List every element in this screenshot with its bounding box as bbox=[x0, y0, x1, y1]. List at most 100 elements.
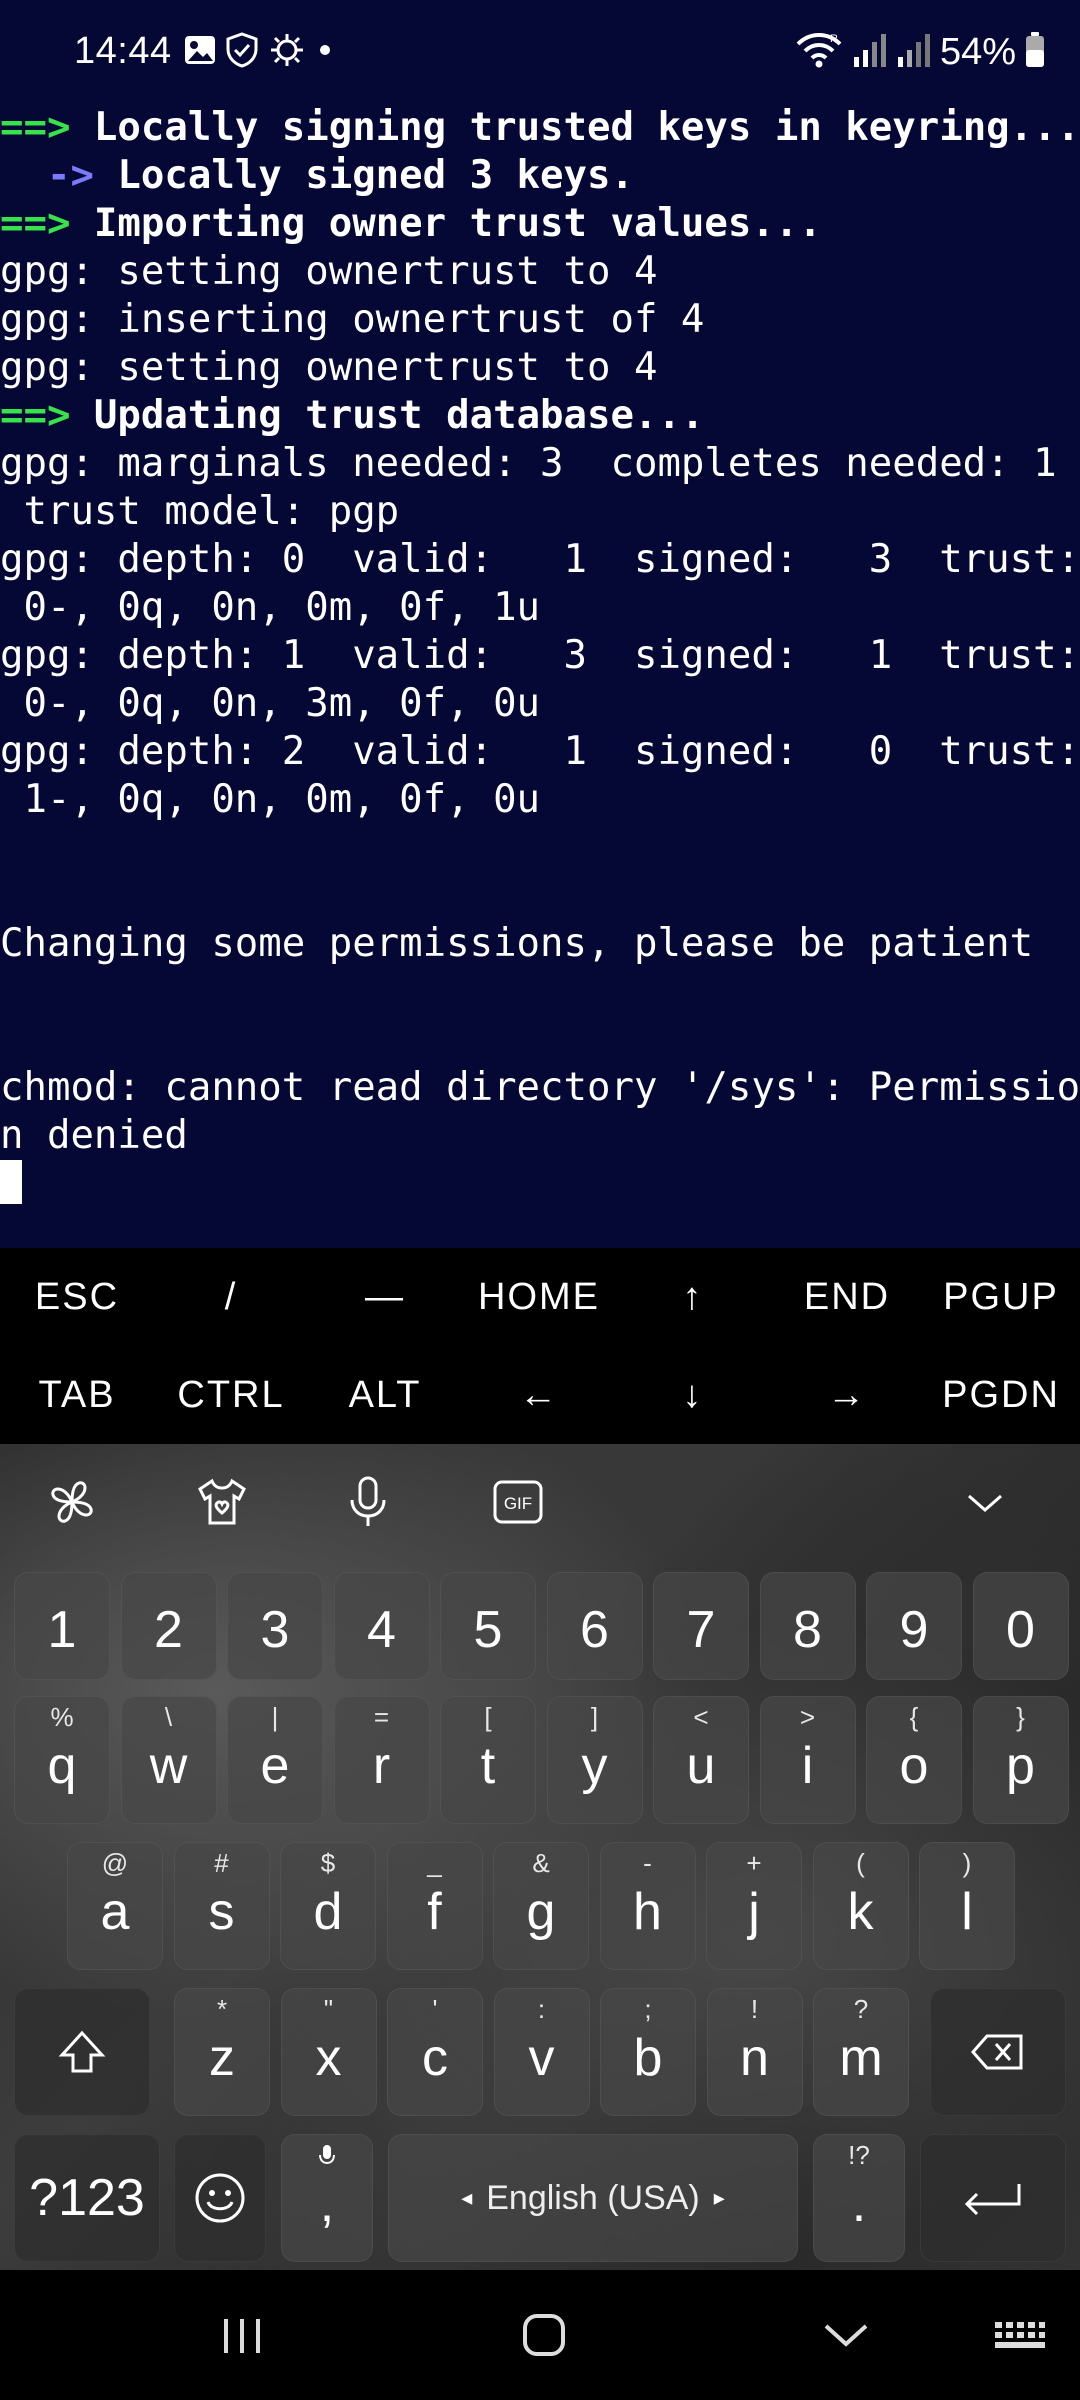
key-l[interactable]: l) bbox=[919, 1842, 1015, 1970]
key-label: l bbox=[961, 1883, 973, 1941]
home-key[interactable]: HOME bbox=[462, 1248, 616, 1346]
key-0[interactable]: 0 bbox=[972, 1572, 1069, 1680]
terminal-text: Updating trust database... bbox=[70, 393, 705, 438]
key-1[interactable]: 1 bbox=[14, 1572, 110, 1680]
key-d[interactable]: d $ bbox=[280, 1842, 376, 1970]
terminal-line: ==> Updating trust database... bbox=[0, 392, 1080, 440]
key-sublabel: - bbox=[643, 1848, 652, 1878]
key-x[interactable]: x " bbox=[280, 1988, 377, 2116]
mic-icon[interactable] bbox=[328, 1462, 408, 1542]
key-sublabel: % bbox=[50, 1702, 74, 1732]
image-icon bbox=[183, 33, 217, 67]
enter-key[interactable] bbox=[920, 2134, 1066, 2262]
terminal-line: n denied bbox=[0, 1112, 1080, 1160]
key-a[interactable]: a @ bbox=[67, 1842, 163, 1970]
signal-icon bbox=[852, 31, 888, 74]
dash-key[interactable]: — bbox=[308, 1248, 462, 1346]
key-3[interactable]: 3 bbox=[227, 1572, 323, 1680]
theme-icon[interactable] bbox=[182, 1462, 262, 1542]
key-c[interactable]: c ' bbox=[387, 1988, 483, 2116]
tab-key[interactable]: TAB bbox=[0, 1346, 154, 1444]
key-u[interactable]: u < bbox=[653, 1696, 749, 1824]
key-f[interactable]: f _ bbox=[386, 1842, 483, 1970]
svg-text:R: R bbox=[830, 33, 838, 45]
key-sublabel: | bbox=[271, 1702, 279, 1732]
key-n[interactable]: n! bbox=[706, 1988, 803, 2116]
slash-key[interactable]: / bbox=[154, 1248, 308, 1346]
terminal-arrow: -> bbox=[0, 153, 94, 198]
key-5[interactable]: 5 bbox=[440, 1572, 536, 1680]
recents-icon[interactable] bbox=[192, 2295, 292, 2375]
key-6[interactable]: 6 bbox=[546, 1572, 643, 1680]
key-9[interactable]: 9 bbox=[866, 1572, 962, 1680]
key-8[interactable]: 8 bbox=[759, 1572, 856, 1680]
key-label: . bbox=[851, 2175, 867, 2233]
key-m[interactable]: m? bbox=[813, 1988, 909, 2116]
terminal-line: gpg: marginals needed: 3 completes neede… bbox=[0, 440, 1080, 488]
key-b[interactable]: b; bbox=[600, 1988, 696, 2116]
key-i[interactable]: i > bbox=[759, 1696, 856, 1824]
key-sublabel: # bbox=[214, 1848, 229, 1878]
right-arrow-key[interactable]: → bbox=[770, 1346, 924, 1444]
key-o[interactable]: o{ bbox=[866, 1696, 962, 1824]
shift-key[interactable] bbox=[14, 1988, 150, 2116]
key-t[interactable]: t[ bbox=[440, 1696, 536, 1824]
key-k[interactable]: k( bbox=[812, 1842, 909, 1970]
key-4[interactable]: 4 bbox=[333, 1572, 430, 1680]
emoji-key[interactable] bbox=[174, 2134, 266, 2262]
key-label: b bbox=[633, 2029, 663, 2087]
key-q[interactable]: q% bbox=[14, 1696, 110, 1824]
key-sublabel: \ bbox=[164, 1702, 173, 1732]
home-icon[interactable] bbox=[494, 2295, 594, 2375]
period-key[interactable]: .!? bbox=[813, 2134, 905, 2262]
key-sublabel: " bbox=[323, 1994, 334, 2024]
left-arrow-key[interactable]: ← bbox=[462, 1346, 616, 1444]
key-7[interactable]: 7 bbox=[653, 1572, 749, 1680]
key-sublabel: * bbox=[216, 1994, 228, 2024]
key-sublabel: & bbox=[532, 1848, 550, 1878]
space-key[interactable]: ◂ English (USA) ▸ bbox=[388, 2134, 798, 2262]
emoji-icon bbox=[195, 2173, 245, 2223]
key-p[interactable]: p} bbox=[972, 1696, 1069, 1824]
key-j[interactable]: j + bbox=[706, 1842, 802, 1970]
space-right-arrow: ▸ bbox=[713, 2185, 725, 2210]
key-e[interactable]: e | bbox=[227, 1696, 323, 1824]
extra-keys-bar: ESC / — HOME ↑ END PGUP TAB CTRL ALT ← ↓… bbox=[0, 1248, 1080, 1444]
back-icon[interactable] bbox=[796, 2295, 896, 2375]
down-arrow-key[interactable]: ↓ bbox=[616, 1346, 770, 1444]
symbols-key[interactable]: ?123 bbox=[14, 2134, 160, 2262]
key-2[interactable]: 2 bbox=[120, 1572, 217, 1680]
key-y[interactable]: y] bbox=[546, 1696, 643, 1824]
esc-key[interactable]: ESC bbox=[0, 1248, 154, 1346]
key-sublabel: < bbox=[693, 1702, 709, 1732]
key-h[interactable]: h- bbox=[599, 1842, 696, 1970]
key-sublabel: @ bbox=[101, 1848, 129, 1878]
key-label: f bbox=[427, 1883, 442, 1941]
key-s[interactable]: s # bbox=[173, 1842, 270, 1970]
ctrl-key[interactable]: CTRL bbox=[154, 1346, 308, 1444]
key-label: x bbox=[315, 2029, 342, 2087]
key-label: w bbox=[149, 1737, 188, 1795]
alt-key[interactable]: ALT bbox=[308, 1346, 462, 1444]
pgup-key[interactable]: PGUP bbox=[924, 1248, 1078, 1346]
terminal-text: Importing owner trust values... bbox=[70, 201, 822, 246]
pgdn-key[interactable]: PGDN bbox=[924, 1346, 1078, 1444]
terminal-text: n denied bbox=[0, 1113, 188, 1158]
gif-icon[interactable]: GIF bbox=[478, 1462, 558, 1542]
settings-icon[interactable] bbox=[32, 1462, 112, 1542]
key-sublabel: { bbox=[909, 1702, 919, 1732]
collapse-chevron-icon[interactable] bbox=[945, 1462, 1025, 1542]
key-sublabel: !? bbox=[848, 2140, 870, 2170]
key-w[interactable]: w \ bbox=[120, 1696, 217, 1824]
key-v[interactable]: v: bbox=[493, 1988, 590, 2116]
status-notification-icons bbox=[183, 32, 335, 68]
end-key[interactable]: END bbox=[770, 1248, 924, 1346]
comma-key[interactable]: , bbox=[281, 2134, 373, 2262]
backspace-key[interactable] bbox=[930, 1988, 1066, 2116]
up-arrow-key[interactable]: ↑ bbox=[616, 1248, 770, 1346]
key-r[interactable]: r = bbox=[333, 1696, 430, 1824]
key-g[interactable]: g & bbox=[493, 1842, 589, 1970]
terminal-area[interactable]: 14:44 R 54% ==> Locally signing trusted … bbox=[0, 0, 1080, 1248]
keyboard-switch-icon[interactable] bbox=[970, 2295, 1070, 2375]
key-z[interactable]: z * bbox=[174, 1988, 270, 2116]
